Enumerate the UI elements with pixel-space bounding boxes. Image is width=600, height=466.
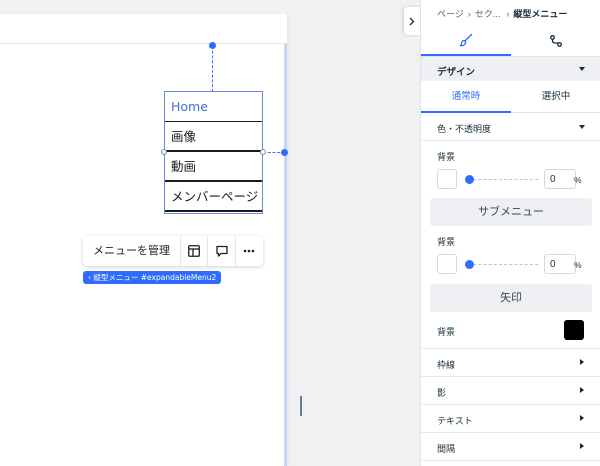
- guide-anchor-dot: [209, 42, 216, 49]
- expander-text[interactable]: テキスト: [421, 404, 600, 432]
- opacity-slider-track[interactable]: [468, 179, 538, 180]
- page-header-strip: [0, 14, 287, 44]
- submenu-opacity-slider-track[interactable]: [468, 264, 538, 265]
- design-section-title: デザイン: [437, 67, 476, 78]
- tab-connect[interactable]: [511, 26, 600, 56]
- guide-anchor-dot: [281, 149, 288, 156]
- resize-handle-left[interactable]: [161, 149, 167, 155]
- vertical-menu[interactable]: Home 画像 動画 メンバーページ: [164, 91, 263, 214]
- paintbrush-icon: [459, 33, 473, 47]
- expander-spacing-label: 間隔: [437, 444, 456, 454]
- caret-down-icon: [579, 67, 585, 71]
- arrow-section-banner: 矢印: [430, 284, 592, 312]
- panel-top-tabs: [421, 26, 600, 56]
- expander-border-label: 枠線: [437, 360, 456, 370]
- submenu-background-swatch[interactable]: [437, 254, 457, 274]
- layout-icon[interactable]: [181, 236, 209, 266]
- menu-item-images[interactable]: 画像: [165, 122, 262, 152]
- opacity-slider-knob[interactable]: [465, 175, 474, 184]
- triangle-right-icon: [580, 359, 584, 365]
- inspector-panel: ページ › セク... › 縦型メニュー デザイン 通常時 選択中 色・不透明度 背景 …: [420, 0, 600, 466]
- tab-regular[interactable]: 通常時: [421, 81, 511, 113]
- background-color-swatch[interactable]: [437, 169, 457, 189]
- page-edge-highlight: [284, 44, 287, 466]
- submenu-opacity-slider-knob[interactable]: [465, 260, 474, 269]
- expander-shadow-label: 影: [437, 388, 447, 398]
- tab-selected[interactable]: 選択中: [511, 81, 600, 113]
- element-name-tag[interactable]: ‹ 縦型メニュー #expandableMenu2: [83, 271, 222, 284]
- percent-symbol: %: [574, 175, 582, 185]
- breadcrumb-item-page[interactable]: ページ: [437, 9, 464, 19]
- resize-handle-right[interactable]: [260, 149, 266, 155]
- color-opacity-label[interactable]: 色・不透明度: [437, 122, 491, 135]
- chevron-right-icon: [409, 17, 415, 25]
- tab-design[interactable]: [421, 26, 511, 56]
- canvas-scrollbar-thumb[interactable]: [300, 396, 302, 416]
- element-context-toolbar: メニューを管理: [83, 236, 263, 266]
- triangle-right-icon: [580, 387, 584, 393]
- submenu-background-label: 背景: [437, 237, 456, 247]
- breadcrumb-separator: ›: [467, 9, 471, 19]
- arrow-background-label: 背景: [437, 327, 456, 337]
- divider: [421, 460, 600, 461]
- expander-text-label: テキスト: [437, 416, 473, 426]
- connect-icon: [550, 35, 562, 47]
- manage-menu-button[interactable]: メニューを管理: [83, 236, 181, 266]
- breadcrumb-item-section[interactable]: セク...: [475, 9, 501, 19]
- menu-item-home[interactable]: Home: [165, 92, 262, 122]
- expander-spacing[interactable]: 間隔: [421, 432, 600, 460]
- menu-item-videos[interactable]: 動画: [165, 152, 262, 182]
- breadcrumb-current: 縦型メニュー: [513, 9, 568, 19]
- comment-icon[interactable]: [208, 236, 236, 266]
- design-section-header[interactable]: デザイン: [421, 56, 600, 81]
- divider: [421, 140, 600, 141]
- breadcrumb: ページ › セク... › 縦型メニュー: [437, 7, 567, 20]
- opacity-input[interactable]: 0: [544, 169, 576, 189]
- arrow-color-swatch[interactable]: [564, 320, 584, 340]
- menu-item-member-page[interactable]: メンバーページ: [165, 182, 262, 212]
- triangle-right-icon: [580, 415, 584, 421]
- state-tabs: 通常時 選択中: [421, 81, 600, 113]
- submenu-opacity-input[interactable]: 0: [544, 254, 576, 274]
- background-label: 背景: [437, 152, 456, 162]
- triangle-right-icon: [580, 443, 584, 449]
- percent-symbol: %: [574, 260, 582, 270]
- alignment-guide-vertical: [212, 46, 213, 92]
- collapse-panel-button[interactable]: [404, 7, 420, 35]
- submenu-section-banner: サブメニュー: [430, 198, 592, 226]
- expander-border[interactable]: 枠線: [421, 348, 600, 376]
- caret-down-icon: [579, 125, 585, 129]
- breadcrumb-separator: ›: [506, 9, 510, 19]
- expander-shadow[interactable]: 影: [421, 376, 600, 404]
- more-icon[interactable]: [236, 236, 263, 266]
